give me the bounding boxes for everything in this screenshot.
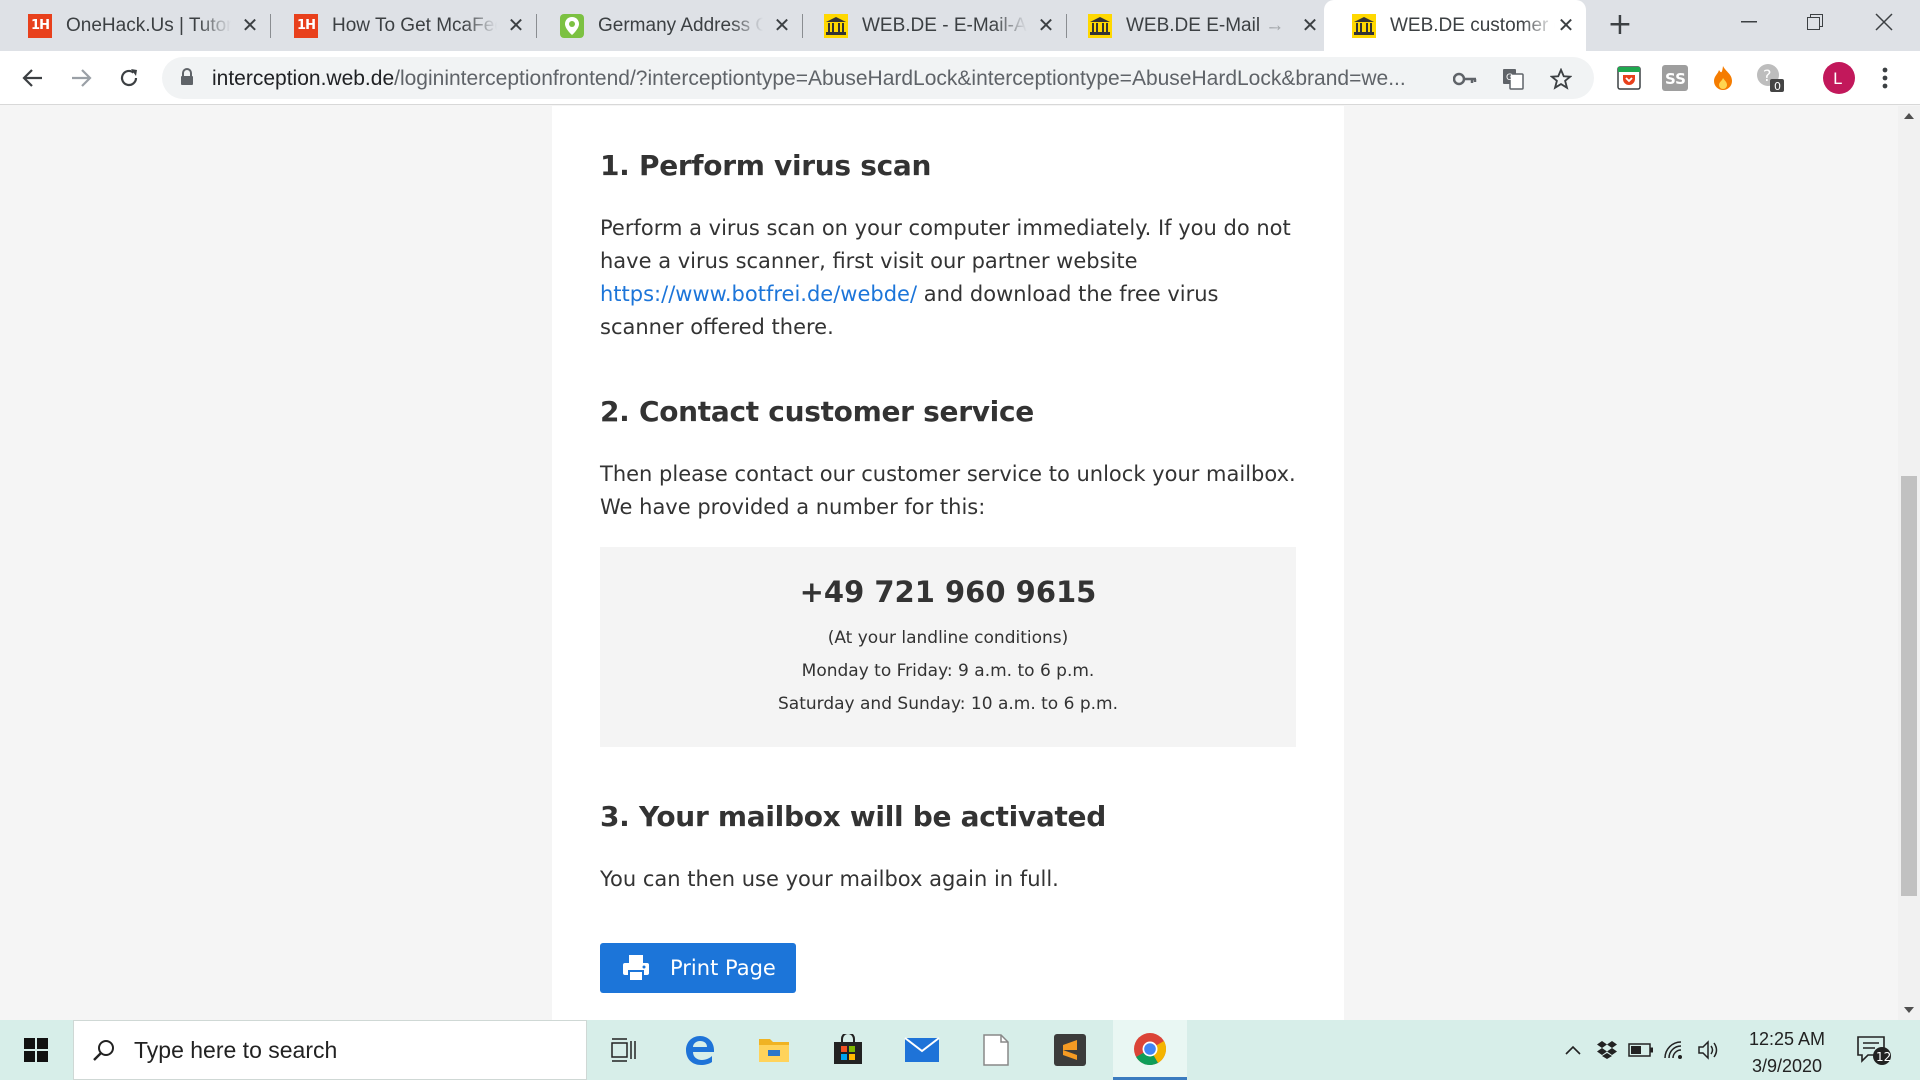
svg-text:G: G xyxy=(1506,73,1513,83)
help-extension-icon[interactable]: ? 0 xyxy=(1756,63,1786,93)
close-window-button[interactable] xyxy=(1848,0,1920,44)
step2-text: Then please contact our customer service… xyxy=(600,462,1296,519)
tab-address-generator[interactable]: Germany Address Generator ✕ xyxy=(532,0,803,51)
webde-icon xyxy=(1088,13,1112,38)
taskbar-search-box[interactable]: Type here to search xyxy=(73,1020,587,1080)
contact-note: (At your landline conditions) xyxy=(827,628,1069,648)
url-path: /logininterceptionfrontend/?interception… xyxy=(394,67,1406,90)
page-scrollbar[interactable] xyxy=(1898,106,1920,1020)
step3-text: You can then use your mailbox again in f… xyxy=(600,867,1059,891)
minimize-button[interactable] xyxy=(1716,0,1782,44)
search-icon xyxy=(93,1040,114,1061)
pocket-extension-icon[interactable] xyxy=(1614,63,1644,93)
printer-icon xyxy=(623,955,649,982)
taskbar: Type here to search 12:25 AM 3/9/2020 12 xyxy=(0,1020,1920,1080)
dropbox-icon[interactable] xyxy=(1590,1020,1624,1080)
sublime-text-icon[interactable] xyxy=(1033,1020,1107,1080)
profile-initial: L xyxy=(1833,69,1842,88)
mail-icon[interactable] xyxy=(885,1020,959,1080)
contact-box: +49 721 960 9615 (At your landline condi… xyxy=(600,547,1296,747)
extension-badge: 0 xyxy=(1774,80,1781,93)
webde-icon xyxy=(824,13,848,38)
onehack-icon: 1H xyxy=(28,13,52,38)
key-icon[interactable] xyxy=(1452,66,1478,92)
start-button[interactable] xyxy=(0,1020,72,1080)
contact-weekend: Saturday and Sunday: 10 a.m. to 6 p.m. xyxy=(778,694,1118,714)
windows-icon xyxy=(24,1038,48,1062)
tab-title: Germany Address Generator xyxy=(598,14,763,36)
url-text[interactable]: interception.web.de/logininterceptionfro… xyxy=(212,67,1452,91)
new-tab-button[interactable]: + xyxy=(1604,8,1636,42)
store-icon[interactable] xyxy=(811,1020,885,1080)
close-icon[interactable]: ✕ xyxy=(1036,15,1056,35)
tab-onehack[interactable]: 1H OneHack.Us | Tutorials ✕ xyxy=(0,0,271,51)
print-page-label: Print Page xyxy=(670,956,776,980)
battery-icon[interactable] xyxy=(1624,1020,1658,1080)
step2-heading: 2. Contact customer service xyxy=(600,395,1034,428)
close-icon[interactable]: ✕ xyxy=(1300,15,1320,35)
notifications-icon[interactable]: 12 xyxy=(1852,1020,1896,1080)
tab-strip: 1H OneHack.Us | Tutorials ✕ 1H How To Ge… xyxy=(0,0,1920,51)
tab-title: WEB.DE - E-Mail-Adresse xyxy=(862,14,1027,36)
close-icon[interactable]: ✕ xyxy=(1556,15,1576,35)
tab-webde-email-free[interactable]: WEB.DE E-Mail → kostenlos ✕ xyxy=(1060,0,1330,51)
blank-document-icon[interactable] xyxy=(959,1020,1033,1080)
scrollbar-thumb[interactable] xyxy=(1901,476,1917,896)
show-hidden-icons-chevron-icon[interactable] xyxy=(1556,1020,1590,1080)
page-viewport: 1. Perform virus scan Perform a virus sc… xyxy=(0,106,1898,1020)
step1-heading: 1. Perform virus scan xyxy=(600,149,932,182)
volume-icon[interactable] xyxy=(1692,1020,1726,1080)
phone-number: +49 721 960 9615 xyxy=(799,575,1097,609)
close-icon[interactable]: ✕ xyxy=(506,15,526,35)
tab-webde-email-address[interactable]: WEB.DE - E-Mail-Adresse ✕ xyxy=(796,0,1067,51)
onehack-icon: 1H xyxy=(294,13,318,38)
search-placeholder: Type here to search xyxy=(134,1036,338,1063)
task-view-icon[interactable] xyxy=(587,1020,661,1080)
svg-text:SS: SS xyxy=(1665,70,1686,88)
translate-icon[interactable]: G xyxy=(1500,66,1526,92)
taskbar-clock[interactable]: 12:25 AM 3/9/2020 xyxy=(1732,1026,1842,1080)
forward-button[interactable] xyxy=(62,59,100,97)
print-page-button[interactable]: Print Page xyxy=(600,943,796,993)
lock-icon[interactable] xyxy=(180,68,194,90)
clock-time: 12:25 AM xyxy=(1748,1029,1826,1049)
tab-title: WEB.DE E-Mail → kostenlos xyxy=(1126,14,1291,36)
scroll-up-arrow-icon[interactable] xyxy=(1898,106,1920,126)
step1-text: Perform a virus scan on your computer im… xyxy=(600,212,1300,344)
file-explorer-icon[interactable] xyxy=(737,1020,811,1080)
notification-count: 12 xyxy=(1876,1050,1891,1064)
reload-button[interactable] xyxy=(110,59,148,97)
wifi-icon[interactable] xyxy=(1658,1020,1692,1080)
back-button[interactable] xyxy=(14,59,52,97)
botfrei-link[interactable]: https://www.botfrei.de/webde/ xyxy=(600,282,917,306)
fire-extension-icon[interactable] xyxy=(1708,63,1738,93)
profile-avatar[interactable]: L xyxy=(1822,61,1856,95)
step1-text-before: Perform a virus scan on your computer im… xyxy=(600,216,1291,273)
menu-icon[interactable] xyxy=(1870,63,1900,93)
close-icon[interactable]: ✕ xyxy=(772,15,792,35)
tab-title: WEB.DE customer center xyxy=(1390,14,1555,36)
webde-icon xyxy=(1352,13,1376,38)
tab-webde-customer-center[interactable]: WEB.DE customer center ✕ xyxy=(1324,0,1586,51)
ss-extension-icon[interactable]: SS xyxy=(1660,63,1690,93)
browser-toolbar: interception.web.de/logininterceptionfro… xyxy=(0,51,1920,105)
restore-button[interactable] xyxy=(1782,0,1848,44)
star-icon[interactable] xyxy=(1548,66,1574,92)
chrome-icon[interactable] xyxy=(1113,1020,1187,1080)
url-host: interception.web.de xyxy=(212,67,395,90)
clock-date: 3/9/2020 xyxy=(1751,1056,1823,1076)
content-card: 1. Perform virus scan Perform a virus sc… xyxy=(552,106,1344,1020)
tab-mcafee[interactable]: 1H How To Get McaFee Total ✕ xyxy=(266,0,537,51)
location-pin-icon xyxy=(560,13,584,38)
step3-heading: 3. Your mailbox will be activated xyxy=(600,800,1106,833)
scroll-down-arrow-icon[interactable] xyxy=(1898,1000,1920,1020)
edge-icon[interactable] xyxy=(663,1020,737,1080)
address-bar[interactable]: interception.web.de/logininterceptionfro… xyxy=(162,57,1594,99)
tab-title: OneHack.Us | Tutorials xyxy=(66,14,231,36)
tab-title: How To Get McaFee Total xyxy=(332,14,497,36)
contact-weekdays: Monday to Friday: 9 a.m. to 6 p.m. xyxy=(801,661,1095,681)
close-icon[interactable]: ✕ xyxy=(240,15,260,35)
